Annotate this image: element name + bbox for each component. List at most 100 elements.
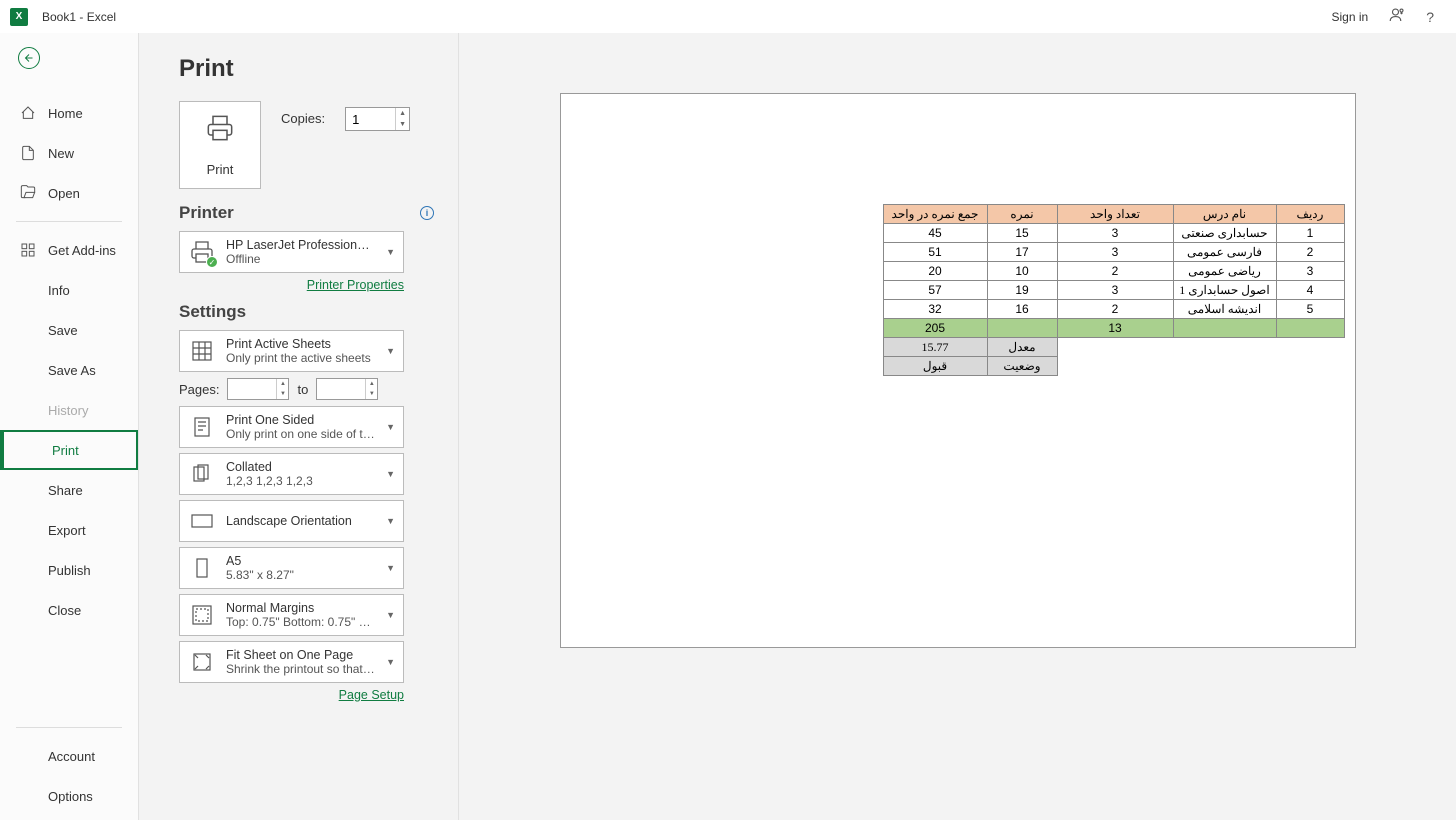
dropdown-sub: Only print on one side of the... — [226, 427, 376, 441]
cell-idx: 5 — [1276, 300, 1344, 319]
main: Print Print Copies: ▲▼ Printer i — [139, 33, 1456, 820]
cell-units: 2 — [1057, 262, 1173, 281]
margins-dropdown[interactable]: Normal Margins Top: 0.75" Bottom: 0.75" … — [179, 594, 404, 636]
settings-header: Settings — [179, 302, 434, 322]
orientation-dropdown[interactable]: Landscape Orientation ▼ — [179, 500, 404, 542]
sidebar-label: Options — [48, 789, 93, 804]
chevron-down-icon: ▼ — [386, 563, 395, 573]
page-setup-link[interactable]: Page Setup — [179, 688, 404, 702]
spin-down-icon[interactable]: ▼ — [395, 119, 409, 130]
collated-dropdown[interactable]: Collated 1,2,3 1,2,3 1,2,3 ▼ — [179, 453, 404, 495]
sidebar-label: Info — [48, 283, 70, 298]
sidebar: Home New Open Get Add-ins Info Save Save… — [0, 33, 139, 820]
info-icon[interactable]: i — [420, 206, 434, 220]
pages-to-spinner[interactable]: ▲▼ — [365, 379, 377, 399]
fit-icon — [188, 648, 216, 676]
sidebar-item-publish[interactable]: Publish — [0, 550, 138, 590]
sidebar-label: Home — [48, 106, 83, 121]
dropdown-title: Print One Sided — [226, 413, 376, 427]
sidebar-item-history: History — [0, 390, 138, 430]
pages-row: Pages: ▲▼ to ▲▼ — [179, 378, 434, 400]
pages-to-wrap: ▲▼ — [316, 378, 378, 400]
cell-units: 3 — [1057, 224, 1173, 243]
pages-to-label: to — [297, 382, 308, 397]
spin-down-icon[interactable]: ▼ — [365, 389, 377, 399]
blank-icon — [20, 788, 36, 804]
pages-from-spinner[interactable]: ▲▼ — [276, 379, 288, 399]
cell-name: حسابداری صنعتی — [1173, 224, 1276, 243]
cell-sum: 57 — [883, 281, 987, 300]
chevron-down-icon: ▼ — [386, 469, 395, 479]
copies-label: Copies: — [281, 101, 325, 126]
user-icon[interactable] — [1388, 6, 1406, 27]
print-active-dropdown[interactable]: Print Active Sheets Only print the activ… — [179, 330, 404, 372]
sidebar-item-options[interactable]: Options — [0, 776, 138, 816]
sidebar-item-info[interactable]: Info — [0, 270, 138, 310]
sidebar-label: Print — [52, 443, 79, 458]
sidebar-item-account[interactable]: Account — [0, 736, 138, 776]
sidebar-item-open[interactable]: Open — [0, 173, 138, 213]
spin-down-icon[interactable]: ▼ — [276, 389, 288, 399]
sidebar-item-export[interactable]: Export — [0, 510, 138, 550]
back-button[interactable] — [18, 47, 40, 69]
window-title: Book1 - Excel — [42, 10, 116, 24]
sidebar-item-home[interactable]: Home — [0, 93, 138, 133]
table-row: 45 15 3 حسابداری صنعتی 1 — [883, 224, 1344, 243]
cell-name: ریاضی عمومی — [1173, 262, 1276, 281]
fit-dropdown[interactable]: Fit Sheet on One Page Shrink the printou… — [179, 641, 404, 683]
titlebar-right: Sign in ? — [1332, 6, 1447, 27]
open-icon — [20, 185, 36, 201]
cell-empty — [1276, 319, 1344, 338]
landscape-icon — [188, 507, 216, 535]
sidebar-item-new[interactable]: New — [0, 133, 138, 173]
cell-units: 2 — [1057, 300, 1173, 319]
cell-idx: 1 — [1276, 224, 1344, 243]
blank-icon — [20, 362, 36, 378]
dropdown-text: Landscape Orientation — [226, 514, 376, 528]
sidebar-label: History — [48, 403, 88, 418]
copies-spinner[interactable]: ▲▼ — [395, 108, 409, 130]
cell-score: 10 — [987, 262, 1057, 281]
divider — [16, 727, 122, 728]
sidebar-label: Save — [48, 323, 78, 338]
col-name: نام درس — [1173, 205, 1276, 224]
preview-area: جمع نمره در واحد نمره تعداد واحد نام درس… — [459, 33, 1456, 820]
sidebar-item-share[interactable]: Share — [0, 470, 138, 510]
divider — [16, 221, 122, 222]
sidebar-item-save[interactable]: Save — [0, 310, 138, 350]
cell-sum: 51 — [883, 243, 987, 262]
print-button[interactable]: Print — [179, 101, 261, 189]
printer-dropdown[interactable]: ✓ HP LaserJet Professional M11... Offlin… — [179, 231, 404, 273]
new-icon — [20, 145, 36, 161]
titlebar: X Book1 - Excel Sign in ? — [0, 0, 1456, 33]
avg-row: 15.77 معدل — [883, 338, 1344, 357]
print-preview-page: جمع نمره در واحد نمره تعداد واحد نام درس… — [560, 93, 1356, 648]
sidebar-label: Get Add-ins — [48, 243, 116, 258]
sidebar-label: Account — [48, 749, 95, 764]
help-icon[interactable]: ? — [1426, 9, 1434, 25]
sidebar-item-saveas[interactable]: Save As — [0, 350, 138, 390]
dropdown-sub: 5.83" x 8.27" — [226, 568, 376, 582]
page-title: Print — [179, 55, 434, 83]
printer-header-label: Printer — [179, 203, 234, 223]
printer-properties-link[interactable]: Printer Properties — [179, 278, 404, 292]
sidebar-item-close[interactable]: Close — [0, 590, 138, 630]
spin-up-icon[interactable]: ▲ — [395, 108, 409, 119]
col-idx: ردیف — [1276, 205, 1344, 224]
sidebar-label: Publish — [48, 563, 91, 578]
cell-score: 15 — [987, 224, 1057, 243]
sidebar-item-print[interactable]: Print — [0, 430, 138, 470]
spin-up-icon[interactable]: ▲ — [276, 379, 288, 389]
dropdown-title: Collated — [226, 460, 376, 474]
cell-score: 16 — [987, 300, 1057, 319]
blank-icon — [20, 282, 36, 298]
signin-link[interactable]: Sign in — [1332, 10, 1369, 24]
cell-avg-label: معدل — [987, 338, 1057, 357]
status-check-icon: ✓ — [206, 256, 218, 268]
paper-dropdown[interactable]: A5 5.83" x 8.27" ▼ — [179, 547, 404, 589]
col-units: تعداد واحد — [1057, 205, 1173, 224]
spin-up-icon[interactable]: ▲ — [365, 379, 377, 389]
sided-dropdown[interactable]: Print One Sided Only print on one side o… — [179, 406, 404, 448]
sidebar-item-addins[interactable]: Get Add-ins — [0, 230, 138, 270]
pages-from-wrap: ▲▼ — [227, 378, 289, 400]
